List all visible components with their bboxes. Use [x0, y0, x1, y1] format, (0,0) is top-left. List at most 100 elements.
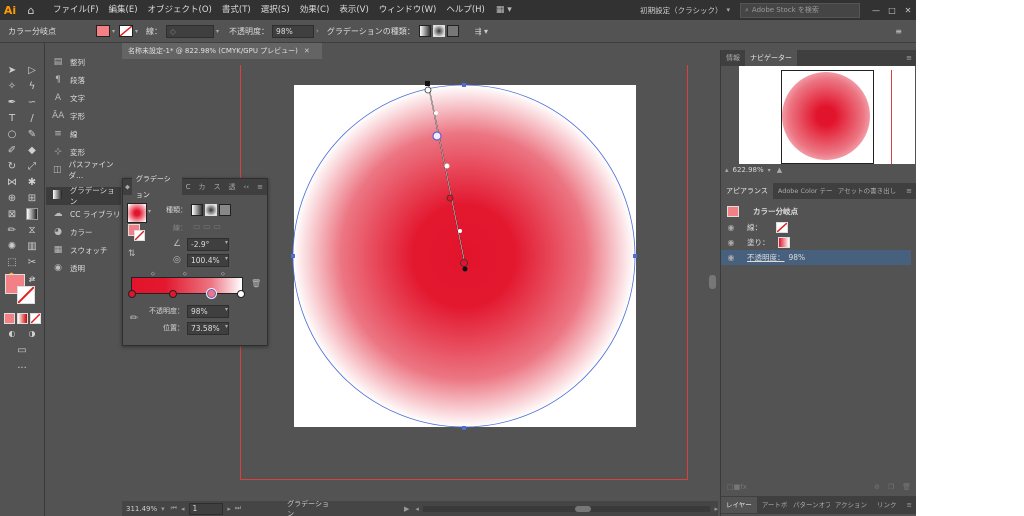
gradient-slider[interactable] [131, 277, 243, 294]
status-info[interactable]: グラデーション [287, 499, 334, 516]
radial-gradient-button[interactable] [432, 25, 447, 37]
direct-selection-tool-icon[interactable]: ▷ [24, 63, 40, 77]
draw-normal-icon[interactable]: ◐ [4, 326, 20, 340]
zoom-dropdown-icon[interactable]: ▾ [161, 505, 165, 513]
menu-select[interactable]: 選択(S) [256, 0, 295, 20]
layers-menu-icon[interactable]: ≡ [902, 497, 916, 513]
panel-menu-icon[interactable]: ≡ [253, 179, 267, 195]
panel-freeform-button[interactable] [219, 204, 233, 216]
tab-appearance[interactable]: アピアランス [721, 183, 773, 199]
horizontal-scroll-thumb[interactable] [574, 505, 591, 512]
mesh-tool-icon[interactable]: ⊠ [4, 207, 20, 221]
appearance-fill-swatch[interactable] [777, 237, 790, 248]
appearance-opacity-label[interactable]: 不透明度： [747, 252, 785, 263]
opacity-arrow-icon[interactable]: › [316, 27, 319, 35]
annotator-stop-selected[interactable] [432, 131, 442, 141]
zoom-out-icon[interactable]: ▴ [725, 166, 729, 174]
tab-color[interactable]: C [182, 179, 195, 195]
tab-layers[interactable]: レイヤー [721, 497, 757, 513]
more-tools-icon[interactable]: ··· [14, 361, 30, 375]
angle-dropdown-icon[interactable]: ▾ [225, 239, 228, 246]
scale-tool-icon[interactable]: ⤢ [24, 159, 40, 173]
eye-icon[interactable]: ◉ [721, 223, 741, 232]
stroke-gradient-options-icon[interactable]: ▭ ▭ ▭ [193, 222, 221, 231]
width-tool-icon[interactable]: ⋈ [4, 175, 20, 189]
appearance-menu-icon[interactable]: ≡ [901, 183, 916, 199]
magic-wand-tool-icon[interactable]: ✧ [4, 79, 20, 93]
arrange-documents-icon[interactable]: ▦ ▾ [496, 5, 512, 15]
control-menu-icon[interactable]: ≡ [895, 27, 902, 36]
annotator-origin-dot[interactable] [462, 266, 468, 272]
annotator-stop-white[interactable] [424, 86, 432, 94]
workspace-switcher[interactable]: 初期設定（クラシック） [640, 5, 722, 16]
pen-tool-icon[interactable]: ✒ [4, 95, 20, 109]
shaper-tool-icon[interactable]: ✐ [4, 143, 20, 157]
artboard-tool-icon[interactable]: ⬚ [4, 255, 20, 269]
dock-swatches[interactable]: ▦ スウォッチ [46, 241, 121, 259]
stop-location-input[interactable]: 73.58% [187, 322, 229, 335]
graph-tool-icon[interactable]: ▥ [24, 239, 40, 253]
eye-icon[interactable]: ◉ [721, 253, 741, 262]
eyedropper-tool-icon[interactable]: ✏ [4, 223, 20, 237]
menu-type[interactable]: 書式(T) [217, 0, 256, 20]
maximize-icon[interactable]: □ [884, 6, 900, 15]
zoom-in-icon[interactable]: ▲ [777, 166, 782, 174]
panel-linear-button[interactable] [191, 204, 205, 216]
aspect-dropdown-icon[interactable]: ▾ [225, 255, 228, 262]
gradient-thumbnail[interactable] [127, 203, 147, 223]
dock-paragraph[interactable]: ¶ 段落 [46, 71, 121, 89]
menu-help[interactable]: ヘルプ(H) [441, 0, 490, 20]
last-artboard-icon[interactable]: ⏭ [235, 504, 241, 513]
annotator-end-square[interactable] [425, 81, 430, 86]
dock-align[interactable]: ▤ 整列 [46, 53, 121, 71]
dock-color[interactable]: ◕ カラー [46, 223, 121, 241]
tab-asset-export[interactable]: アセットの書き出し [833, 183, 901, 199]
prev-artboard-icon[interactable]: ◂ [181, 505, 185, 513]
anchor-right[interactable] [633, 254, 637, 258]
panel-collapse-icon[interactable]: ⬥ [123, 179, 132, 195]
opacity-input[interactable]: 98% [272, 24, 315, 38]
stroke-color-box[interactable] [17, 286, 35, 304]
appearance-stroke-row[interactable]: ◉ 線： [721, 220, 911, 235]
appearance-opacity-row[interactable]: ◉ 不透明度： 98% [721, 250, 911, 265]
duplicate-item-icon[interactable]: ❐ [888, 483, 894, 491]
anchor-left[interactable] [291, 254, 295, 258]
rotate-tool-icon[interactable]: ↻ [4, 159, 20, 173]
anchor-top[interactable] [462, 83, 466, 87]
tab-pattern-options[interactable]: パターンオプション [788, 497, 830, 513]
tab-color-guide[interactable]: カ [195, 179, 210, 195]
recolor-icon[interactable]: ⇶ ▾ [475, 27, 488, 36]
menu-view[interactable]: 表示(V) [334, 0, 373, 20]
canvas-vertical-scrollbar[interactable] [707, 59, 718, 501]
annotator-midpoint[interactable] [444, 163, 450, 169]
gradient-tool-icon[interactable] [24, 207, 40, 221]
tab-artboards[interactable]: アートボード [757, 497, 788, 513]
linear-gradient-button[interactable] [418, 25, 433, 37]
navigator-preview[interactable] [739, 66, 915, 164]
stop-opacity-input[interactable]: 98% [187, 305, 229, 318]
status-menu-arrow-icon[interactable]: ▶ [404, 505, 409, 513]
selection-tool-icon[interactable]: ➤ [4, 63, 20, 77]
color-stop[interactable] [237, 290, 245, 298]
annotator-stop-red[interactable] [446, 194, 454, 202]
draw-behind-icon[interactable]: ◑ [24, 326, 40, 340]
vertical-scroll-thumb[interactable] [709, 275, 716, 289]
appearance-fill-row[interactable]: ◉ 塗り： [721, 235, 911, 250]
gradient-presets-dropdown-icon[interactable]: ▾ [148, 208, 151, 215]
gradient-circle[interactable] [292, 84, 636, 428]
angle-input[interactable]: -2.9° [187, 238, 229, 251]
horizontal-scrollbar[interactable] [422, 505, 711, 512]
panel-collapse-arrows-icon[interactable]: ‹‹ [240, 179, 254, 195]
anchor-bottom[interactable] [462, 426, 466, 430]
eye-icon[interactable]: ◉ [721, 238, 741, 247]
dock-stroke[interactable]: ≡ 線 [46, 125, 121, 143]
delete-stop-icon[interactable]: 🗑 [251, 279, 261, 288]
tab-gradient[interactable]: グラデーション [131, 171, 182, 203]
dock-glyphs[interactable]: ᾹA 字形 [46, 107, 121, 125]
add-effect-icon[interactable]: fx [740, 483, 747, 491]
appearance-stroke-swatch[interactable] [776, 222, 788, 233]
stroke-swatch[interactable] [119, 25, 134, 37]
annotator-midpoint[interactable] [458, 229, 462, 233]
zoom-level[interactable]: 311.49% [126, 505, 157, 513]
line-tool-icon[interactable]: / [24, 111, 40, 125]
